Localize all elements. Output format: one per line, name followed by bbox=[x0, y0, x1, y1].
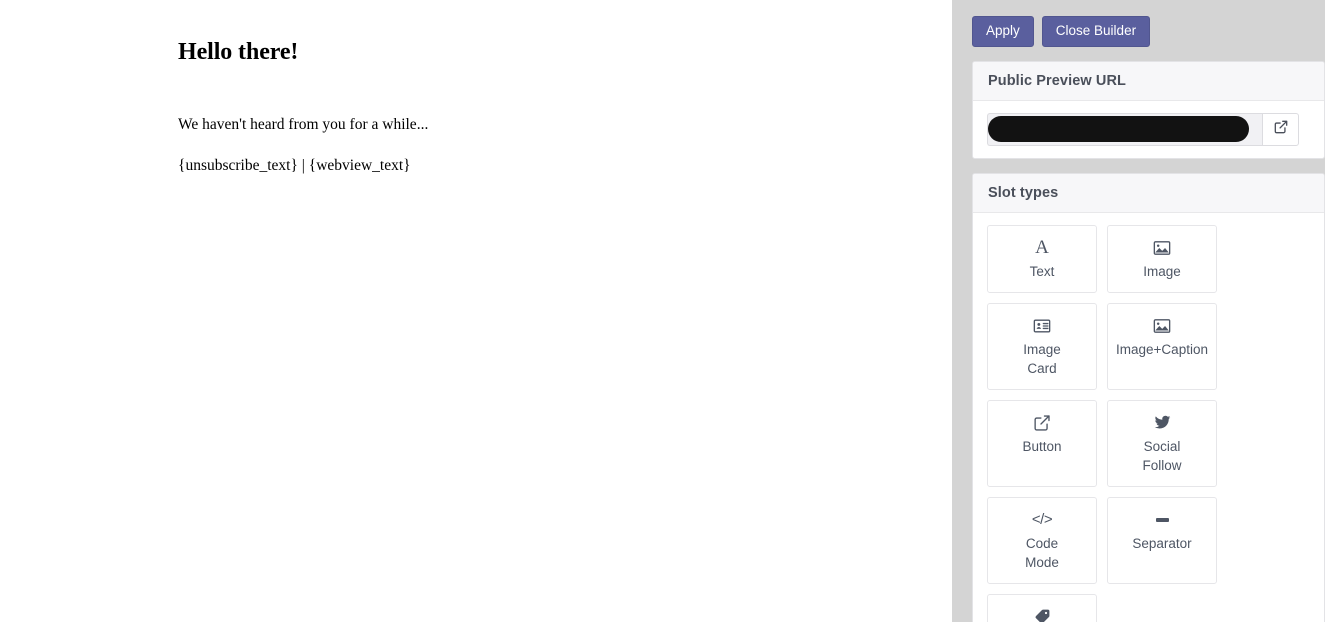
slot-type-label: Code Mode bbox=[1025, 535, 1059, 571]
slot-type-dynamic-content[interactable]: Dynamic Content bbox=[987, 593, 1097, 622]
public-preview-url-input[interactable] bbox=[987, 112, 1262, 146]
slot-type-label: Image bbox=[1143, 263, 1181, 279]
slot-type-text[interactable]: A Text bbox=[987, 224, 1097, 293]
email-builder-screen: Hello there! We haven't heard from you f… bbox=[0, 0, 1325, 622]
slot-type-label: Image Card bbox=[1023, 341, 1061, 377]
external-link-icon bbox=[1033, 413, 1051, 433]
public-preview-url-input-wrap bbox=[987, 112, 1262, 146]
slot-type-label: Image+Caption bbox=[1116, 341, 1208, 357]
slot-type-label: Social Follow bbox=[1142, 438, 1182, 474]
apply-button[interactable]: Apply bbox=[972, 16, 1034, 47]
email-preview-footer-tokens: {unsubscribe_text} | {webview_text} bbox=[178, 157, 411, 175]
builder-action-bar: Apply Close Builder bbox=[972, 0, 1325, 47]
open-preview-url-button[interactable] bbox=[1262, 112, 1299, 146]
image-icon bbox=[1153, 238, 1171, 258]
public-preview-url-body bbox=[973, 101, 1324, 158]
code-icon: </> bbox=[1031, 511, 1053, 529]
slot-types-grid: A Text Image Image Card Image+Caption Button S… bbox=[973, 213, 1324, 622]
close-builder-button[interactable]: Close Builder bbox=[1041, 16, 1151, 47]
email-preview-body: Hello there! We haven't heard from you f… bbox=[0, 0, 952, 177]
image-card-icon bbox=[1033, 316, 1051, 336]
email-preview-paragraph: We haven't heard from you for a while... bbox=[178, 115, 429, 133]
email-preview-canvas: Hello there! We haven't heard from you f… bbox=[0, 0, 952, 622]
slot-type-image[interactable]: Image bbox=[1107, 224, 1217, 293]
slot-type-label: Text bbox=[1029, 263, 1055, 279]
slot-type-image-card[interactable]: Image Card bbox=[987, 302, 1097, 390]
slot-type-label: Button bbox=[1022, 438, 1062, 454]
panel-gutter bbox=[952, 0, 972, 622]
public-preview-url-title: Public Preview URL bbox=[973, 61, 1324, 101]
slot-type-label: Separator bbox=[1132, 535, 1192, 551]
slot-type-button[interactable]: Button bbox=[987, 399, 1097, 487]
email-preview-heading: Hello there! bbox=[178, 39, 299, 65]
twitter-icon bbox=[1154, 413, 1171, 433]
slot-type-image-caption[interactable]: Image+Caption bbox=[1107, 302, 1217, 390]
builder-panel: Apply Close Builder Public Preview URL S… bbox=[972, 0, 1325, 622]
slot-types-card: Slot types A Text Image Image Card Image+Cap… bbox=[972, 172, 1325, 622]
image-icon bbox=[1153, 316, 1171, 336]
separator-icon bbox=[1155, 510, 1169, 530]
public-preview-url-row bbox=[987, 112, 1299, 146]
text-a-icon: A bbox=[1035, 237, 1049, 258]
public-preview-url-card: Public Preview URL bbox=[972, 60, 1325, 159]
slot-type-separator[interactable]: Separator bbox=[1107, 496, 1217, 584]
external-link-icon bbox=[1274, 120, 1288, 139]
slot-types-title: Slot types bbox=[973, 173, 1324, 213]
slot-type-social-follow[interactable]: Social Follow bbox=[1107, 399, 1217, 487]
slot-type-code-mode[interactable]: </> Code Mode bbox=[987, 496, 1097, 584]
tag-icon bbox=[1034, 607, 1051, 622]
